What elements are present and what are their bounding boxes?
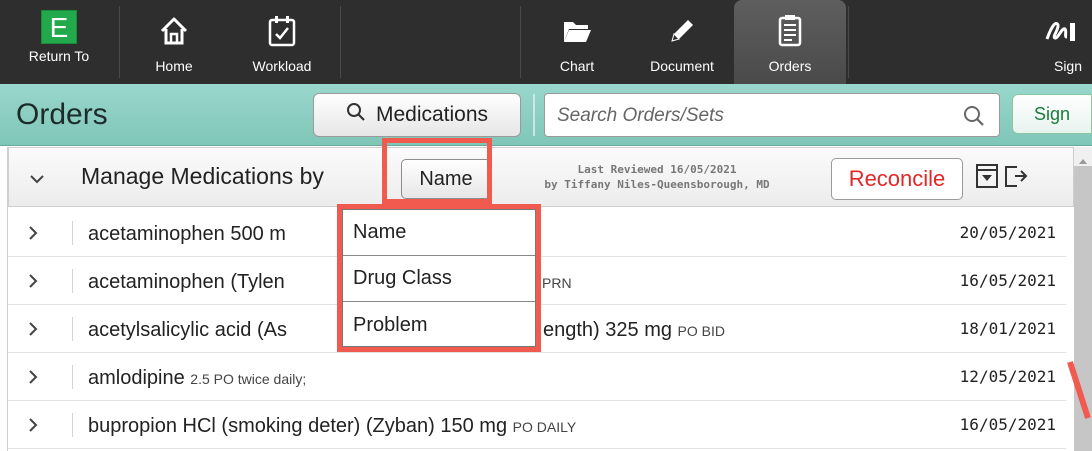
red-arrow-icon — [1066, 360, 1092, 424]
medication-date: 16/05/2021 — [959, 271, 1056, 290]
return-to-button[interactable]: E Return To — [0, 0, 118, 84]
sign-toolbar-button[interactable]: Sign — [1030, 0, 1092, 84]
calendar-icon — [267, 14, 297, 48]
medication-date: 20/05/2021 — [959, 223, 1056, 242]
medication-date: 12/05/2021 — [959, 367, 1056, 386]
expand-chevron-icon[interactable] — [28, 369, 38, 390]
sort-by-dropdown: Name Drug Class Problem — [342, 209, 536, 347]
medication-row[interactable]: amlodipine 2.5 PO twice daily; 12/05/202… — [8, 353, 1066, 401]
medication-row[interactable]: bupropion HCl (smoking deter) (Zyban) 15… — [8, 401, 1066, 449]
name-button-highlight — [382, 138, 492, 204]
folder-icon — [562, 14, 592, 48]
expand-chevron-icon[interactable] — [28, 225, 38, 246]
medication-name: bupropion HCl (smoking deter) (Zyban) 15… — [88, 415, 577, 437]
medication-strength: ength) 325 mg PO BID — [543, 319, 726, 341]
export-icon[interactable] — [1003, 163, 1029, 193]
scroll-up-icon[interactable] — [1078, 150, 1088, 169]
search-icon[interactable] — [963, 105, 985, 131]
home-label: Home — [155, 58, 193, 74]
last-reviewed-date: Last Reviewed 16/05/2021 — [577, 163, 737, 176]
medication-date: 16/05/2021 — [959, 415, 1056, 434]
workload-button[interactable]: Workload — [224, 0, 340, 84]
medications-label: Medications — [375, 103, 489, 126]
home-button[interactable]: Home — [124, 0, 224, 84]
home-icon — [159, 14, 189, 48]
dropdown-option-drug-class[interactable]: Drug Class — [343, 256, 535, 302]
medication-sig: PRN — [542, 275, 572, 291]
sign-toolbar-label: Sign — [1053, 58, 1083, 74]
return-to-label: Return To — [28, 48, 90, 64]
search-icon — [346, 102, 366, 128]
medications-button[interactable]: Medications — [313, 93, 521, 137]
orders-header: Orders Medications Sign — [0, 84, 1092, 146]
last-reviewed-by: by Tiffany Niles-Queensborough, MD — [544, 178, 770, 191]
medication-date: 18/01/2021 — [959, 319, 1056, 338]
document-label: Document — [650, 58, 714, 74]
reconcile-button[interactable]: Reconcile — [831, 158, 963, 200]
orders-button[interactable]: Orders — [734, 0, 846, 84]
clipboard-icon — [778, 14, 802, 48]
pencil-icon — [667, 14, 697, 48]
medication-name: acetylsalicylic acid (As — [88, 319, 287, 341]
top-toolbar: E Return To Home Workload Chart Document… — [0, 0, 1092, 84]
sign-button[interactable]: Sign — [1012, 94, 1092, 134]
page-title: Orders — [16, 98, 108, 131]
workload-label: Workload — [252, 58, 312, 74]
medication-name: acetaminophen 500 m — [88, 223, 286, 245]
signature-icon — [1044, 14, 1078, 48]
left-border — [0, 147, 8, 451]
manage-medications-label: Manage Medications by — [81, 163, 324, 189]
e-badge-icon: E — [41, 10, 77, 44]
expand-chevron-icon[interactable] — [28, 273, 38, 294]
orders-label: Orders — [768, 58, 812, 74]
dropdown-option-problem[interactable]: Problem — [343, 302, 535, 348]
search-orders-box[interactable] — [544, 93, 1000, 137]
dropdown-option-name[interactable]: Name — [343, 210, 535, 256]
download-icon[interactable] — [975, 163, 999, 193]
medication-name: acetaminophen (Tylen — [88, 271, 285, 293]
header-divider — [533, 94, 535, 136]
expand-chevron-icon[interactable] — [28, 321, 38, 342]
last-reviewed-info: Last Reviewed 16/05/2021 by Tiffany Nile… — [507, 162, 807, 192]
chart-label: Chart — [559, 58, 595, 74]
search-orders-input[interactable] — [557, 102, 937, 130]
document-button[interactable]: Document — [632, 0, 732, 84]
manage-medications-bar: Manage Medications by Name Last Reviewed… — [8, 147, 1074, 207]
chart-button[interactable]: Chart — [522, 0, 632, 84]
medication-name: amlodipine 2.5 PO twice daily; — [88, 367, 307, 389]
expand-chevron-icon[interactable] — [28, 417, 38, 438]
collapse-chevron-icon[interactable] — [29, 170, 45, 189]
